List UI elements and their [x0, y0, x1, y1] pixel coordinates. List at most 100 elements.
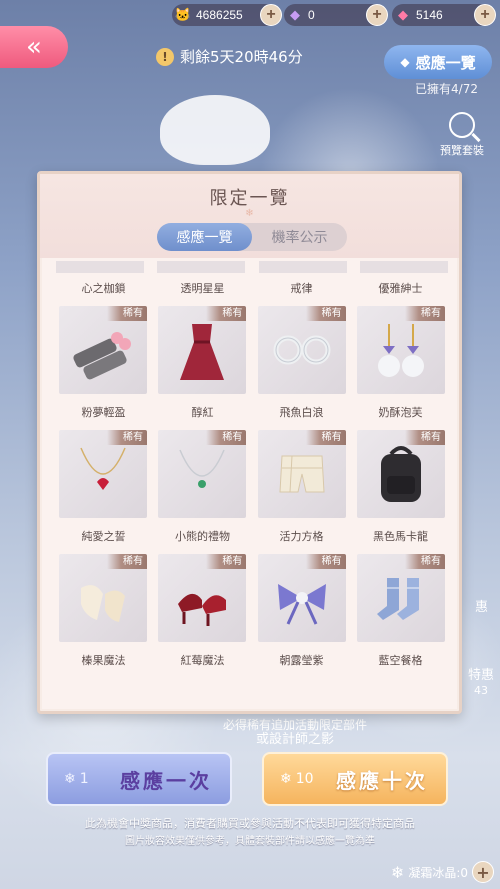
- double-chevron-left-icon: «: [26, 32, 42, 62]
- rarity-badge: 稀有: [107, 430, 147, 445]
- item-row: 稀有 稀有 稀有 稀有: [54, 306, 450, 394]
- side-text: 惠: [474, 600, 488, 615]
- add-coin-button[interactable]: +: [260, 4, 282, 26]
- rarity-badge: 稀有: [404, 306, 445, 321]
- draw-ten-button[interactable]: ❄ 10 感應十次: [262, 752, 448, 806]
- row-labels: 粉夢輕盈 醇紅 飛魚白浪 奶酥泡芙: [54, 404, 450, 424]
- timer-text: 剩餘5天20時46分: [180, 48, 303, 66]
- add-diamond-button[interactable]: +: [366, 4, 388, 26]
- rarity-badge: 稀有: [107, 306, 147, 321]
- item-label: 純愛之誓: [81, 530, 126, 543]
- catalog-button-label: 感應一覽: [415, 53, 476, 72]
- item-card[interactable]: 稀有: [257, 430, 346, 518]
- character-hat: [160, 95, 270, 165]
- rarity-badge: 稀有: [305, 430, 346, 445]
- item-label: 紅莓魔法: [180, 654, 225, 667]
- frost-crystal-counter: ❄ 凝霜冰晶:0 +: [391, 861, 494, 883]
- side-text: 43: [474, 684, 488, 697]
- item-label: 黑色馬卡龍: [373, 530, 428, 543]
- back-button[interactable]: «: [0, 26, 68, 68]
- item-label: 醇紅: [191, 406, 214, 419]
- rarity-badge: 稀有: [206, 306, 247, 321]
- guarantee-text-2: 或設計師之影: [255, 732, 334, 747]
- scrolled-row-edge: [56, 261, 448, 273]
- snowflake-icon: ❄: [390, 862, 405, 882]
- item-label: 心之枷鎖: [81, 282, 126, 295]
- limited-catalog-dialog: 限定一覽 ❄ 感應一覽 機率公示 心之枷鎖 透明星星 戒律 優雅紳士 稀有 稀有…: [37, 171, 462, 714]
- row-labels: 純愛之誓 小熊的禮物 活力方格 黑色馬卡龍: [54, 528, 450, 548]
- side-text: 特惠: [467, 668, 494, 683]
- tab-catalog[interactable]: 感應一覽: [157, 223, 252, 251]
- rarity-badge: 稀有: [107, 554, 147, 569]
- add-frost-crystal-button[interactable]: +: [472, 861, 494, 883]
- item-label: 小熊的禮物: [175, 530, 230, 543]
- item-label: 朝露瑩紫: [279, 654, 324, 667]
- item-label: 優雅紳士: [378, 282, 423, 295]
- draw-once-cost: ❄ 1: [64, 771, 120, 787]
- item-grid: 心之枷鎖 透明星星 戒律 優雅紳士 稀有 稀有 稀有 稀有 粉夢輕盈 醇紅 飛魚…: [54, 280, 450, 672]
- item-label: 活力方格: [279, 530, 324, 543]
- row-labels: 心之枷鎖 透明星星 戒律 優雅紳士: [54, 280, 450, 300]
- gem-value: 5146: [416, 8, 443, 22]
- magnifier-icon: [449, 112, 475, 138]
- snowflake-icon: ❄: [64, 771, 76, 787]
- item-card[interactable]: 稀有: [356, 430, 445, 518]
- rarity-badge: 稀有: [305, 554, 346, 569]
- draw-once-count: 1: [79, 771, 89, 787]
- snowflake-icon: ❄: [280, 771, 292, 787]
- item-card[interactable]: 稀有: [158, 430, 247, 518]
- clock-icon: !: [156, 47, 174, 66]
- disclaimer-line-1: 此為機會中獎商品，消費者購買或參與活動不代表即可獲得特定商品: [85, 817, 415, 830]
- preview-outfit-button[interactable]: 預覽套裝: [434, 112, 490, 158]
- item-card[interactable]: 稀有: [356, 306, 445, 394]
- diamond-icon: ◆: [290, 7, 300, 22]
- coin-counter: 🐱 4686255 +: [172, 4, 282, 26]
- item-label: 戒律: [290, 282, 313, 295]
- row-labels: 榛果魔法 紅莓魔法 朝露瑩紫 藍空餐格: [54, 652, 450, 672]
- rarity-badge: 稀有: [404, 430, 445, 445]
- item-card[interactable]: 稀有: [59, 306, 147, 394]
- cat-coin-icon: 🐱: [174, 7, 192, 22]
- catalog-button[interactable]: ◆ 感應一覽: [384, 45, 492, 79]
- preview-label: 預覽套裝: [440, 144, 484, 157]
- pink-gem-icon: ◆: [398, 7, 408, 22]
- rarity-badge: 稀有: [404, 554, 445, 569]
- item-label: 粉夢輕盈: [81, 406, 126, 419]
- draw-ten-label: 感應十次: [336, 768, 428, 793]
- draw-once-label: 感應一次: [120, 768, 212, 793]
- draw-ten-count: 10: [295, 771, 314, 787]
- gem-counter: ◆ 5146 +: [392, 4, 496, 26]
- add-gem-button[interactable]: +: [474, 4, 496, 26]
- diamond-value: 0: [308, 8, 315, 22]
- item-card[interactable]: 稀有: [257, 554, 346, 642]
- currency-bar: 🐱 4686255 + ◆ 0 + ◆ 5146 +: [0, 0, 500, 30]
- diamond-counter: ◆ 0 +: [284, 4, 388, 26]
- event-timer: ! 剩餘5天20時46分: [156, 46, 303, 67]
- rarity-badge: 稀有: [206, 554, 247, 569]
- item-card[interactable]: 稀有: [356, 554, 445, 642]
- draw-once-button[interactable]: ❄ 1 感應一次: [46, 752, 232, 806]
- item-card[interactable]: 稀有: [158, 554, 247, 642]
- coin-value: 4686255: [196, 8, 243, 22]
- item-label: 飛魚白浪: [279, 406, 324, 419]
- diamond-icon: ◆: [400, 55, 410, 69]
- disclaimer-line-2: 圖片妝容效果僅供參考，具體套裝部件請以感應一覽為準: [125, 836, 375, 847]
- item-label: 榛果魔法: [81, 654, 126, 667]
- tab-bar: 感應一覽 機率公示: [157, 223, 347, 251]
- tab-probability[interactable]: 機率公示: [252, 223, 347, 251]
- item-card[interactable]: 稀有: [158, 306, 247, 394]
- frost-crystal-value: 凝霜冰晶:0: [408, 865, 468, 880]
- dialog-header: 限定一覽 ❄ 感應一覽 機率公示: [40, 174, 459, 258]
- item-label: 藍空餐格: [378, 654, 423, 667]
- item-card[interactable]: 稀有: [59, 554, 147, 642]
- item-row: 稀有 稀有 稀有 稀有: [54, 430, 450, 518]
- rarity-badge: 稀有: [206, 430, 247, 445]
- draw-ten-cost: ❄ 10: [280, 771, 336, 787]
- item-label: 透明星星: [180, 282, 225, 295]
- owned-count: 已擁有4/72: [415, 82, 478, 96]
- item-row: 稀有 稀有 稀有 稀有: [54, 554, 450, 642]
- item-card[interactable]: 稀有: [257, 306, 346, 394]
- item-card[interactable]: 稀有: [59, 430, 147, 518]
- rarity-badge: 稀有: [305, 306, 346, 321]
- item-label: 奶酥泡芙: [378, 406, 423, 419]
